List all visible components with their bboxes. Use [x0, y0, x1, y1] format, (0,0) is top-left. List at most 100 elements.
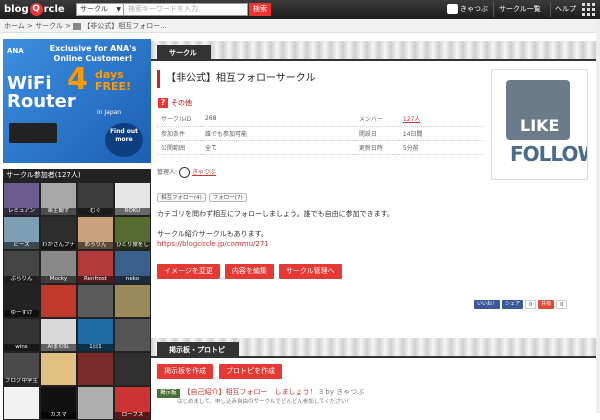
top-bar: blog Qrcle サークル ▼ 検索キーワードを入力 検索 きゃつぶ サークル一…: [0, 0, 600, 19]
topic-excerpt: はじめまして、申し込み自由のサークルでどんどん参加してください！: [177, 399, 352, 405]
breadcrumb-home[interactable]: ホーム: [4, 22, 25, 30]
member-avatar[interactable]: むぐ: [77, 182, 114, 216]
tag-chip[interactable]: 相互フォロー(4): [157, 193, 206, 202]
member-avatar[interactable]: [114, 318, 151, 352]
member-avatar[interactable]: Mocky: [40, 250, 77, 284]
facebook-share-button[interactable]: シェア: [502, 300, 524, 309]
members-count[interactable]: 127人: [403, 116, 420, 123]
edit-content-button[interactable]: 内容を編集: [224, 264, 274, 279]
create-board-button[interactable]: 掲示板を作成: [157, 364, 213, 379]
topic-badge: 掲示板: [157, 389, 180, 398]
member-avatar[interactable]: カズマ: [40, 386, 77, 420]
chevron-down-icon: ▼: [116, 6, 121, 13]
member-avatar[interactable]: ゆーすけ: [3, 284, 40, 318]
description-link[interactable]: https://blogcircle.jp/commu/271: [157, 239, 487, 249]
search-input[interactable]: 検索キーワードを入力: [124, 3, 248, 16]
circle-thumbnail: LIKE FOLLOW: [491, 69, 588, 180]
page-title: 【非公式】相互フォローサークル: [157, 70, 316, 88]
google-plus-button[interactable]: 共有: [538, 300, 555, 309]
apps-grid-icon[interactable]: [582, 3, 595, 16]
member-avatar[interactable]: [77, 352, 114, 386]
info-value: 誰でも参加可能: [201, 126, 355, 141]
admin-label: 管理人: [157, 169, 176, 176]
ana-ad-banner[interactable]: ANA Exclusive for ANA's Online Customer!…: [3, 39, 151, 163]
member-avatar[interactable]: wins: [3, 318, 40, 352]
create-prototopi-button[interactable]: プロトピを作成: [219, 364, 282, 379]
member-avatar[interactable]: [77, 386, 114, 420]
member-avatar[interactable]: [40, 284, 77, 318]
board-section-header: 掲示板・プロトピ: [151, 338, 596, 358]
search-button[interactable]: 検索: [249, 3, 271, 16]
help-link[interactable]: ヘルプ: [555, 0, 576, 19]
thumb-like-text: LIKE: [520, 116, 560, 135]
topic-item[interactable]: 掲示板 【自己紹介】相互フォロー しましょう！ 3 by きゃつぶ はじめまして、…: [157, 388, 589, 407]
manage-circle-button[interactable]: サークル管理へ: [278, 264, 342, 279]
info-label: メンバー: [354, 112, 399, 127]
member-name: AIまの紅: [41, 344, 76, 351]
search-type-select[interactable]: サークル ▼: [76, 3, 124, 16]
info-value: 268: [201, 112, 355, 127]
member-avatar[interactable]: わかさんプチ: [40, 216, 77, 250]
tab-circle[interactable]: サークル: [157, 45, 211, 61]
category-link[interactable]: その他: [171, 98, 192, 108]
search-bar: サークル ▼ 検索キーワードを入力 検索: [76, 3, 271, 16]
breadcrumb: ホーム > サークル > 【非公式】相互フォロー...: [0, 19, 600, 33]
tab-board[interactable]: 掲示板・プロトピ: [157, 342, 239, 358]
member-avatar[interactable]: Renfrost: [77, 250, 114, 284]
breadcrumb-circle[interactable]: サークル: [35, 22, 63, 30]
admin-row: 管理人: きゃつぶ: [157, 167, 217, 178]
member-avatar[interactable]: [77, 284, 114, 318]
member-name: ひとり旅をし: [115, 242, 150, 249]
breadcrumb-current: 【非公式】相互フォロー...: [83, 22, 167, 30]
info-value: 14日間: [398, 126, 484, 141]
topic-title[interactable]: 【自己紹介】相互フォロー しましょう！: [184, 388, 317, 396]
member-avatar[interactable]: ローブス: [114, 386, 151, 420]
member-avatar[interactable]: 弟主観ず: [40, 182, 77, 216]
member-avatar[interactable]: [114, 284, 151, 318]
admin-name-link[interactable]: きゃつぶ: [192, 169, 216, 176]
member-avatar[interactable]: めろりん: [77, 216, 114, 250]
member-avatar[interactable]: 1日1: [77, 318, 114, 352]
member-avatar[interactable]: neko: [114, 250, 151, 284]
find-out-more-button[interactable]: Find out more: [105, 123, 143, 157]
circle-list-link[interactable]: サークル一覧: [499, 0, 541, 19]
member-avatar[interactable]: ROKU: [114, 182, 151, 216]
member-avatar[interactable]: ひとり旅をし: [114, 216, 151, 250]
member-name: ブログ中学生: [4, 378, 39, 385]
logo-rest: rcle: [43, 4, 65, 15]
member-name: わかさんプチ: [41, 242, 76, 249]
ad-in-japan: in Japan: [97, 109, 122, 116]
member-avatar[interactable]: [3, 386, 40, 420]
members-count-link[interactable]: 127人: [398, 112, 484, 127]
member-avatar[interactable]: AIまの紅: [40, 318, 77, 352]
ad-days-text: days FREE!: [95, 68, 132, 93]
breadcrumb-sep: >: [24, 22, 36, 30]
ad-wifi-text: WiFi Router: [7, 73, 76, 112]
user-menu[interactable]: きゃつぶ: [447, 0, 492, 19]
breadcrumb-sep: >: [62, 22, 74, 30]
divider: [550, 2, 551, 17]
divider: [493, 2, 494, 17]
member-name: レミュアン: [4, 208, 39, 215]
member-avatar[interactable]: ブログ中学生: [3, 352, 40, 386]
info-label: 公開範囲: [157, 140, 201, 155]
logo-q: Q: [29, 2, 43, 16]
member-name: ビース: [4, 242, 39, 249]
facebook-like-button[interactable]: いいね！: [474, 300, 501, 309]
info-value: 全て: [201, 140, 355, 155]
router-image: [9, 123, 57, 143]
member-avatar[interactable]: [40, 352, 77, 386]
scrollbar[interactable]: [596, 19, 600, 413]
member-avatar[interactable]: レミュアン: [3, 182, 40, 216]
circle-action-buttons: イメージを変更 内容を編集 サークル管理へ: [157, 264, 342, 279]
member-avatar[interactable]: ビース: [3, 216, 40, 250]
tag-chip[interactable]: フォロー(7): [208, 193, 247, 202]
member-name: 弟主観ず: [41, 208, 76, 215]
thumb-follow-text: FOLLOW: [510, 142, 587, 166]
description-line: サークル紹介サークルもあります。: [157, 230, 268, 238]
member-avatar[interactable]: ぶらりん: [3, 250, 40, 284]
member-name: ローブス: [115, 412, 150, 419]
change-image-button[interactable]: イメージを変更: [157, 264, 220, 279]
member-avatar[interactable]: [114, 352, 151, 386]
blogcircle-logo[interactable]: blog Qrcle: [4, 2, 74, 17]
